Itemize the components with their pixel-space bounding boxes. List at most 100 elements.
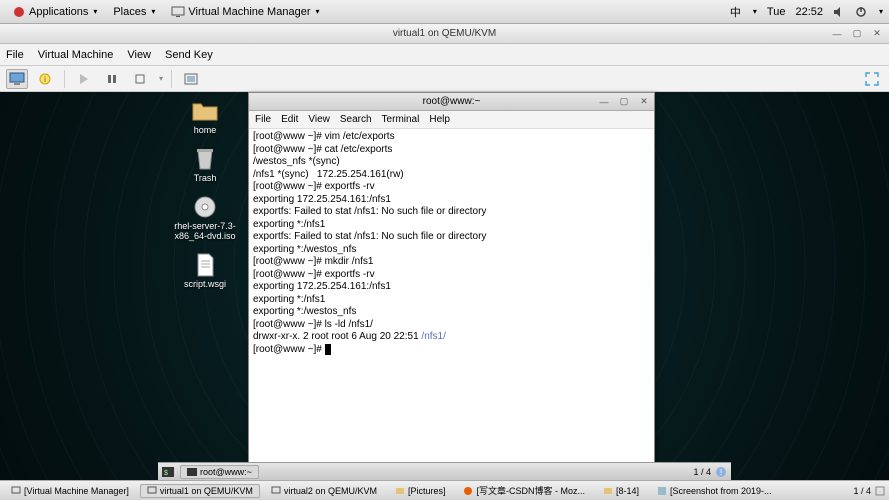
task-label: [Virtual Machine Manager] <box>24 486 129 496</box>
terminal-minimize[interactable]: — <box>598 96 610 108</box>
term-line: exporting *:/westos_nfs <box>253 306 356 317</box>
volume-icon[interactable] <box>833 6 845 18</box>
task-pictures[interactable]: [Pictures] <box>388 484 453 498</box>
script-file-icon[interactable]: script.wsgi <box>170 252 240 290</box>
terminal-body[interactable]: [root@www ~]# vim /etc/exports [root@www… <box>249 129 654 469</box>
folder-icon <box>395 486 405 496</box>
input-method-indicator[interactable]: 中 <box>730 4 741 20</box>
workspace-indicator: 1 / 4 <box>693 467 711 477</box>
menu-virtual-machine[interactable]: Virtual Machine <box>38 49 114 61</box>
places-menu[interactable]: Places▾ <box>107 4 161 20</box>
task-vmm[interactable]: [Virtual Machine Manager] <box>4 484 136 498</box>
menu-send-key[interactable]: Send Key <box>165 49 213 61</box>
run-button[interactable] <box>73 69 95 89</box>
host-top-panel: Applications▾ Places▾ Virtual Machine Ma… <box>0 0 889 24</box>
task-label: [Screenshot from 2019-... <box>670 486 772 496</box>
terminal-titlebar[interactable]: root@www:~ — ▢ ✕ <box>249 93 654 111</box>
snapshot-icon <box>184 73 198 85</box>
task-label: [Pictures] <box>408 486 446 496</box>
task-screenshot[interactable]: [Screenshot from 2019-... <box>650 484 779 498</box>
term-menu-view[interactable]: View <box>308 114 330 125</box>
disc-icon <box>193 195 217 219</box>
menu-view[interactable]: View <box>127 49 151 61</box>
icon-label: rhel-server-7.3-x86_64-dvd.iso <box>170 222 240 242</box>
guest-taskbar: $ root@www:~ 1 / 4 ! <box>158 462 731 480</box>
host-taskbar: [Virtual Machine Manager] virtual1 on QE… <box>0 480 889 500</box>
monitor-icon <box>147 486 157 496</box>
image-icon <box>657 486 667 496</box>
trash-icon[interactable]: Trash <box>170 146 240 184</box>
iso-file-icon[interactable]: rhel-server-7.3-x86_64-dvd.iso <box>170 194 240 242</box>
term-line: [root@www ~]# vim /etc/exports <box>253 131 395 142</box>
host-workspace-indicator: 1 / 4 <box>853 486 871 496</box>
info-icon: i <box>38 72 52 86</box>
term-line: exporting 172.25.254.161:/nfs1 <box>253 281 391 292</box>
task-label: virtual2 on QEMU/KVM <box>284 486 377 496</box>
terminal-close[interactable]: ✕ <box>638 96 650 108</box>
term-line: [root@www ~]# exportfs -rv <box>253 269 375 280</box>
term-line: exporting *:/westos_nfs <box>253 244 356 255</box>
term-line: exportfs: Failed to stat /nfs1: No such … <box>253 206 486 217</box>
square-icon[interactable] <box>875 486 885 496</box>
details-button[interactable]: i <box>34 69 56 89</box>
task-folder-814[interactable]: [8-14] <box>596 484 646 498</box>
vm-menu-bar: File Virtual Machine View Send Key <box>0 44 889 66</box>
term-line: [root@www ~]# cat /etc/exports <box>253 144 392 155</box>
maximize-button[interactable]: ▢ <box>851 28 863 40</box>
trash-can-icon <box>195 147 215 171</box>
shutdown-button[interactable] <box>129 69 151 89</box>
term-menu-search[interactable]: Search <box>340 114 372 125</box>
snapshot-button[interactable] <box>180 69 202 89</box>
pause-button[interactable] <box>101 69 123 89</box>
fullscreen-icon <box>865 72 879 86</box>
task-virtual2[interactable]: virtual2 on QEMU/KVM <box>264 484 384 498</box>
vmm-menu[interactable]: Virtual Machine Manager▾ <box>165 4 325 20</box>
shutdown-dropdown[interactable]: ▾ <box>159 74 163 83</box>
terminal-window[interactable]: root@www:~ — ▢ ✕ File Edit View Search T… <box>248 92 655 470</box>
svg-text:!: ! <box>720 468 722 477</box>
minimize-button[interactable]: — <box>831 28 843 40</box>
vm-display-area[interactable]: home Trash rhel-server-7.3-x86_64-dvd.is… <box>0 92 889 480</box>
term-line: [root@www ~]# ls -ld /nfs1/ <box>253 319 373 330</box>
power-icon[interactable] <box>855 6 867 18</box>
monitor-icon <box>171 6 185 18</box>
applications-label: Applications <box>29 6 88 18</box>
task-label: root@www:~ <box>200 467 252 477</box>
term-menu-terminal[interactable]: Terminal <box>382 114 420 125</box>
fullscreen-button[interactable] <box>861 69 883 89</box>
terminal-icon <box>187 468 197 476</box>
task-label: virtual1 on QEMU/KVM <box>160 486 253 496</box>
console-button[interactable] <box>6 69 28 89</box>
term-menu-help[interactable]: Help <box>429 114 450 125</box>
vmm-label: Virtual Machine Manager <box>188 6 310 18</box>
terminal-icon[interactable]: $ <box>162 467 174 477</box>
icon-label: script.wsgi <box>184 280 226 290</box>
home-folder-icon[interactable]: home <box>170 98 240 136</box>
menu-file[interactable]: File <box>6 49 24 61</box>
icon-label: Trash <box>194 174 217 184</box>
term-menu-file[interactable]: File <box>255 114 271 125</box>
notification-icon[interactable]: ! <box>715 466 727 478</box>
term-menu-edit[interactable]: Edit <box>281 114 298 125</box>
shutdown-icon <box>134 73 146 85</box>
icon-label: home <box>194 126 217 136</box>
vm-toolbar: i ▾ <box>0 66 889 92</box>
vm-window-titlebar: virtual1 on QEMU/KVM — ▢ ✕ <box>0 24 889 44</box>
term-line: /nfs1 *(sync) 172.25.254.161(rw) <box>253 169 404 180</box>
folder-icon <box>191 100 219 122</box>
terminal-maximize[interactable]: ▢ <box>618 96 630 108</box>
task-firefox[interactable]: [写文章-CSDN博客 - Moz... <box>456 482 592 499</box>
svg-text:i: i <box>44 75 46 84</box>
terminal-menu-bar: File Edit View Search Terminal Help <box>249 111 654 129</box>
separator <box>171 70 172 88</box>
term-line: exporting *:/nfs1 <box>253 219 325 230</box>
taskbar-item-terminal[interactable]: root@www:~ <box>180 465 259 479</box>
vm-window-title: virtual1 on QEMU/KVM <box>393 28 496 39</box>
term-line: [root@www ~]# exportfs -rv <box>253 181 375 192</box>
separator <box>64 70 65 88</box>
play-icon <box>78 73 90 85</box>
applications-menu[interactable]: Applications▾ <box>6 3 103 21</box>
close-button[interactable]: ✕ <box>871 28 883 40</box>
task-virtual1[interactable]: virtual1 on QEMU/KVM <box>140 484 260 498</box>
terminal-title: root@www:~ <box>423 96 481 107</box>
